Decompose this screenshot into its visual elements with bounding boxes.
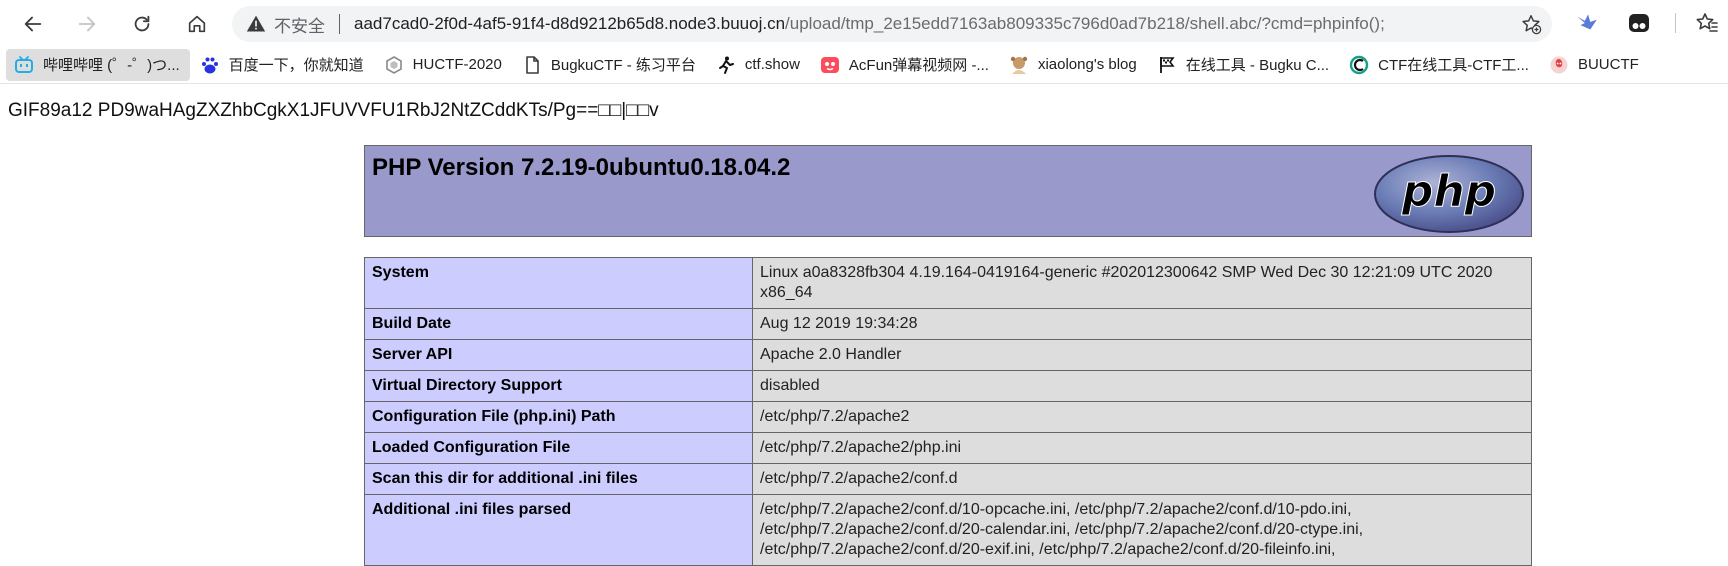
home-button[interactable] — [180, 7, 214, 41]
bookmark-label: ctf.show — [744, 56, 800, 73]
tampermonkey-extension-icon[interactable] — [1627, 11, 1651, 35]
hexagon-icon — [384, 55, 404, 75]
row-key: Virtual Directory Support — [364, 370, 753, 402]
bookmark-label: AcFun弹幕视频网 -... — [848, 57, 989, 74]
table-row: Additional .ini files parsed /etc/php/7.… — [364, 494, 1532, 566]
refresh-button[interactable] — [125, 7, 159, 41]
address-bar[interactable]: 不安全 aad7cad0-2f0d-4af5-91f4-d8d9212b65d8… — [232, 6, 1552, 42]
favorites-icon[interactable] — [1695, 11, 1719, 35]
table-row: Build Date Aug 12 2019 19:34:28 — [364, 308, 1532, 340]
bookmarks-bar: 哔哩哔哩 (゜-゜)つ... 百度一下，你就知道 HUCTF-2020 Bugk… — [0, 46, 1728, 84]
bookmark-buuctf[interactable]: BUUCTF — [1541, 49, 1649, 81]
browser-toolbar: 不安全 aad7cad0-2f0d-4af5-91f4-d8d9212b65d8… — [0, 0, 1728, 46]
baidu-icon — [200, 55, 220, 75]
bookmark-label: HUCTF-2020 — [412, 56, 502, 73]
row-key: Loaded Configuration File — [364, 432, 753, 464]
row-value: Linux a0a8328fb304 4.19.164-0419164-gene… — [752, 257, 1532, 309]
bookmark-bugku[interactable]: BugkuCTF - 练习平台 — [514, 49, 706, 81]
forward-button[interactable] — [70, 7, 104, 41]
row-value: disabled — [752, 370, 1532, 402]
php-logo-icon: php — [1374, 155, 1524, 233]
bookmark-huctf[interactable]: HUCTF-2020 — [376, 49, 512, 81]
refresh-icon — [134, 15, 150, 32]
row-key: System — [364, 257, 753, 309]
add-favorite-icon[interactable] — [1520, 13, 1542, 35]
phpinfo-table: System Linux a0a8328fb304 4.19.164-04191… — [364, 257, 1532, 566]
table-row: Loaded Configuration File /etc/php/7.2/a… — [364, 432, 1532, 464]
arrow-right-icon — [78, 16, 96, 32]
row-value: /etc/php/7.2/apache2/conf.d — [752, 463, 1532, 495]
bookmark-label: BUUCTF — [1577, 56, 1639, 73]
url-path[interactable]: /upload/tmp_2e15edd7163ab809335c796d0ad7… — [785, 14, 1385, 34]
row-key: Configuration File (php.ini) Path — [364, 401, 753, 433]
php-logo-text: php — [1401, 166, 1496, 217]
address-divider — [339, 14, 340, 34]
bookmark-label: 百度一下，你就知道 — [228, 57, 364, 74]
flag-icon — [1157, 55, 1177, 75]
arrow-left-icon — [24, 16, 42, 32]
row-key: Scan this dir for additional .ini files — [364, 463, 753, 495]
not-secure-label[interactable]: 不安全 — [274, 12, 325, 37]
bird-extension-icon[interactable] — [1574, 10, 1600, 36]
bookmark-label: CTF在线工具-CTF工... — [1378, 57, 1529, 74]
table-row: Server API Apache 2.0 Handler — [364, 339, 1532, 371]
row-key: Build Date — [364, 308, 753, 340]
php-version-header: PHP Version 7.2.19-0ubuntu0.18.04.2 php — [364, 145, 1532, 237]
avatar-icon — [1009, 55, 1029, 75]
bookmark-label: 哔哩哔哩 (゜-゜)つ... — [43, 57, 180, 74]
table-row: Scan this dir for additional .ini files … — [364, 463, 1532, 495]
home-icon — [188, 15, 206, 33]
bookmark-baidu[interactable]: 百度一下，你就知道 — [192, 49, 374, 81]
bookmark-label: xiaolong's blog — [1037, 56, 1137, 73]
ctfshow-icon — [716, 55, 736, 75]
page-icon — [522, 55, 542, 75]
bookmark-acfun[interactable]: AcFun弹幕视频网 -... — [812, 49, 999, 81]
row-value: Apache 2.0 Handler — [752, 339, 1532, 371]
bookmark-bilibili[interactable]: 哔哩哔哩 (゜-゜)つ... — [6, 48, 190, 81]
toolbar-divider — [1675, 13, 1676, 33]
row-value: /etc/php/7.2/apache2/php.ini — [752, 432, 1532, 464]
bookmark-label: BugkuCTF - 练习平台 — [550, 57, 696, 74]
row-key: Additional .ini files parsed — [364, 494, 753, 566]
bookmark-bugku-tools[interactable]: 在线工具 - Bugku C... — [1149, 49, 1339, 81]
back-button[interactable] — [16, 7, 50, 41]
row-key: Server API — [364, 339, 753, 371]
ctf-tools-icon — [1349, 55, 1369, 75]
url-host[interactable]: aad7cad0-2f0d-4af5-91f4-d8d9212b65d8.nod… — [354, 14, 785, 34]
table-row: System Linux a0a8328fb304 4.19.164-04191… — [364, 257, 1532, 309]
table-row: Configuration File (php.ini) Path /etc/p… — [364, 401, 1532, 433]
row-value: /etc/php/7.2/apache2 — [752, 401, 1532, 433]
bookmark-xiaolong-blog[interactable]: xiaolong's blog — [1001, 49, 1147, 81]
bilibili-icon — [14, 55, 34, 75]
acfun-icon — [820, 55, 840, 75]
warning-icon[interactable] — [246, 14, 266, 34]
gif-header-text: GIF89a12 PD9waHAgZXZhbCgkX1JFUVVFU1RbJ2N… — [8, 100, 659, 121]
bookmark-label: 在线工具 - Bugku C... — [1185, 57, 1330, 74]
php-version-title: PHP Version 7.2.19-0ubuntu0.18.04.2 — [372, 154, 791, 181]
row-value: /etc/php/7.2/apache2/conf.d/10-opcache.i… — [752, 494, 1532, 566]
table-row: Virtual Directory Support disabled — [364, 370, 1532, 402]
row-value: Aug 12 2019 19:34:28 — [752, 308, 1532, 340]
bookmark-ctf-tools[interactable]: CTF在线工具-CTF工... — [1341, 49, 1539, 81]
bookmark-ctfshow[interactable]: ctf.show — [708, 49, 810, 81]
buuctf-icon — [1549, 55, 1569, 75]
